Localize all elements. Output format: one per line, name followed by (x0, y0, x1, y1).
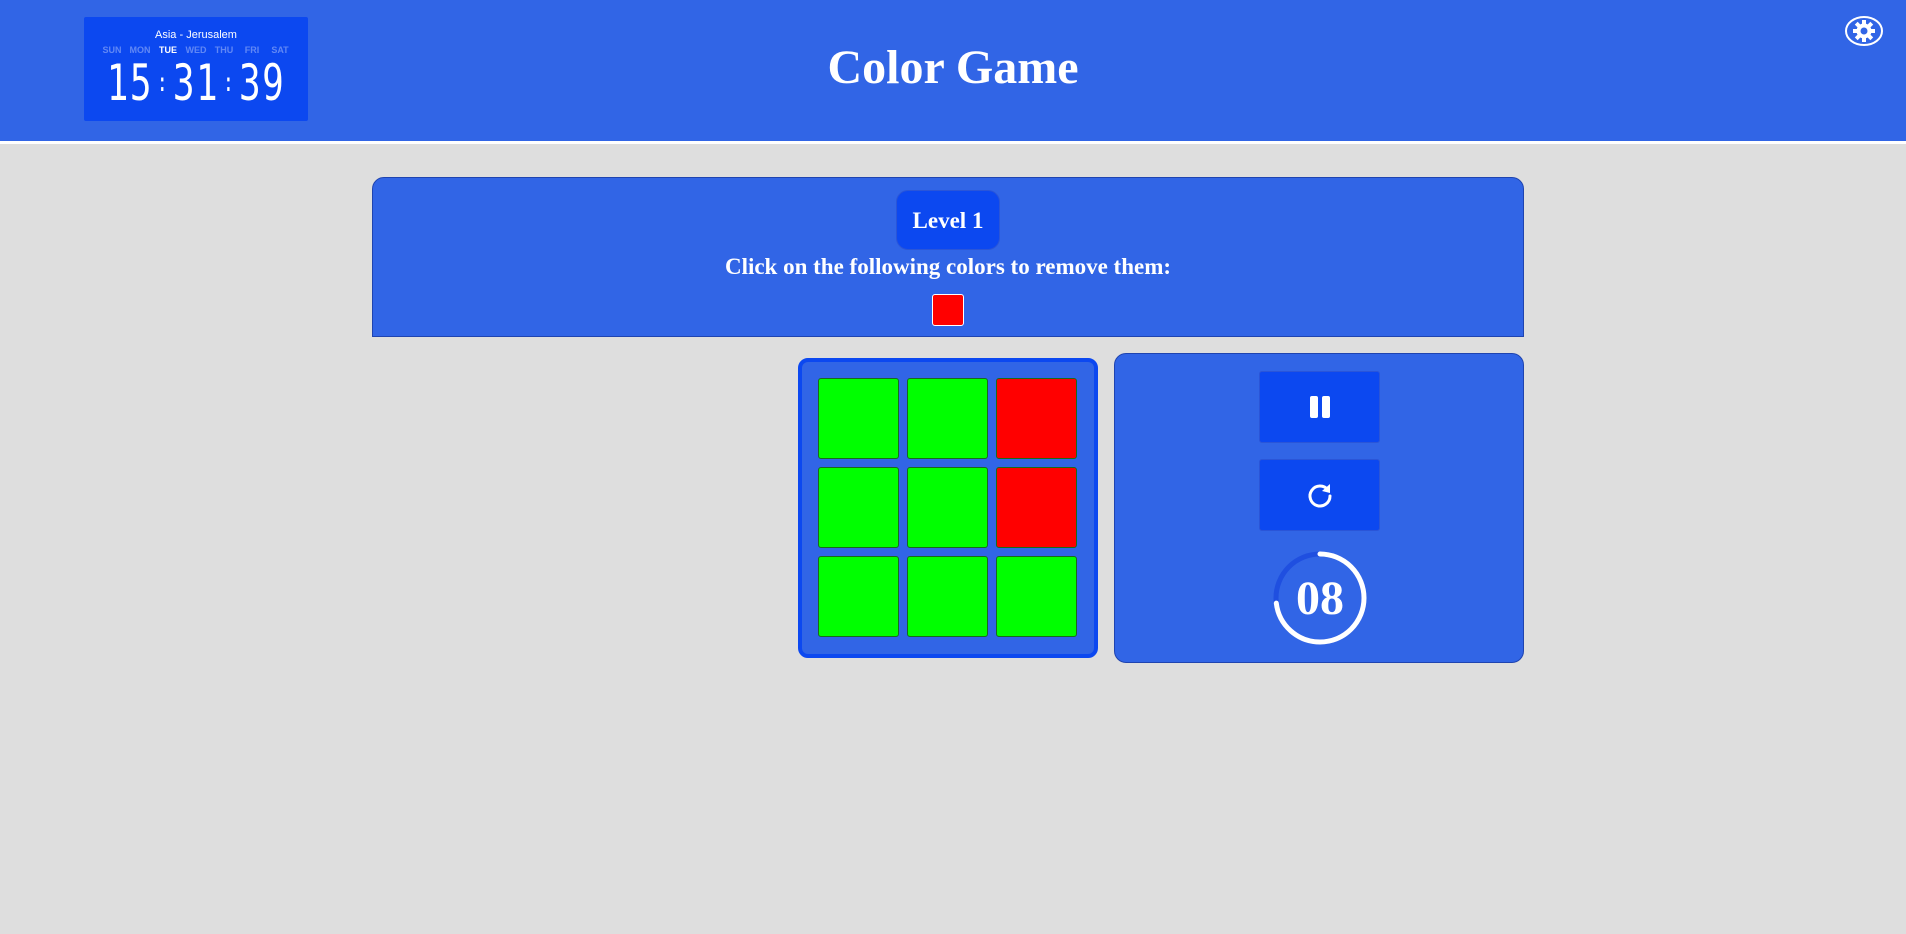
restart-icon (1308, 484, 1331, 508)
color-tile[interactable] (818, 556, 899, 637)
color-tile[interactable] (907, 556, 988, 637)
instruction-text: Click on the following colors to remove … (724, 254, 1172, 279)
color-tile[interactable] (996, 556, 1077, 637)
color-tile[interactable] (907, 378, 988, 459)
gear-icon (1845, 16, 1883, 46)
target-color-swatch (932, 294, 964, 326)
pause-icon (1309, 396, 1330, 418)
settings-button[interactable] (1844, 15, 1884, 47)
color-tile[interactable] (996, 378, 1077, 459)
color-tile[interactable] (818, 467, 899, 548)
color-tile[interactable] (818, 378, 899, 459)
pause-button[interactable] (1259, 371, 1380, 443)
target-colors (373, 294, 1523, 326)
app-header: Asia - Jerusalem SUN MON TUE WED THU FRI SAT 1… (0, 0, 1906, 144)
color-tile[interactable] (907, 467, 988, 548)
countdown-timer: 08 (1271, 549, 1369, 647)
game-board (798, 358, 1098, 658)
instructions-panel: Level 1 Click on the following colors to… (372, 177, 1524, 337)
page-title: Color Game (827, 41, 1079, 94)
timer-value: 08 (1296, 571, 1344, 625)
level-badge: Level 1 (895, 190, 1001, 250)
controls-panel: 08 (1114, 353, 1524, 663)
color-tile[interactable] (996, 467, 1077, 548)
restart-button[interactable] (1259, 459, 1380, 531)
